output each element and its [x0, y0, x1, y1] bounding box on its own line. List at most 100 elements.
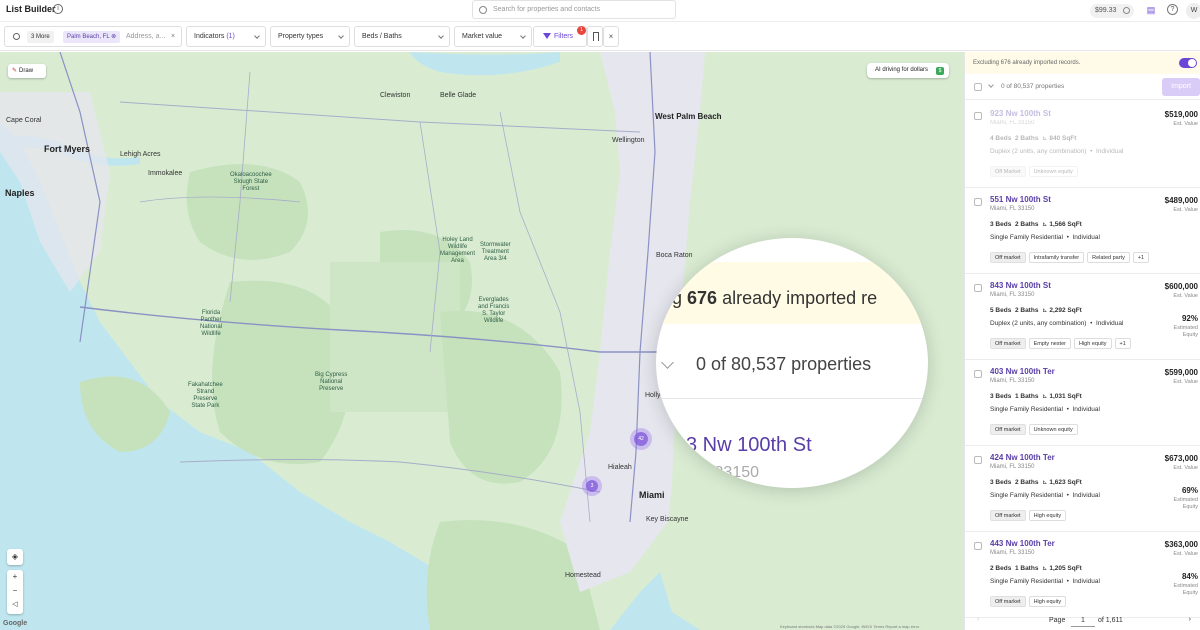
- map-label-west-palm: West Palm Beach: [655, 112, 722, 121]
- draw-button[interactable]: ✎ Draw: [8, 64, 46, 78]
- property-tag: Empty nester: [1028, 338, 1071, 349]
- sqft-icon: ⊾: [1042, 135, 1048, 142]
- property-checkbox[interactable]: [974, 284, 982, 292]
- beds-value: 5 Beds: [990, 307, 1012, 314]
- zoom-in-button[interactable]: +: [7, 570, 23, 584]
- market-value-dropdown[interactable]: Market value: [454, 26, 532, 47]
- exclude-imported-toggle[interactable]: [1179, 58, 1197, 68]
- property-checkbox[interactable]: [974, 542, 982, 550]
- map-label-cape-coral: Cape Coral: [6, 117, 42, 124]
- clear-filters-button[interactable]: ×: [603, 26, 619, 47]
- map-label-miami: Miami: [639, 490, 665, 500]
- property-checkbox[interactable]: [974, 112, 982, 120]
- property-checkbox[interactable]: [974, 370, 982, 378]
- map-cluster-marker[interactable]: 42: [634, 432, 648, 446]
- locate-icon[interactable]: ◁: [7, 598, 23, 612]
- clear-location-icon[interactable]: ×: [171, 27, 175, 46]
- funnel-icon: [543, 33, 551, 39]
- map-label-immokalee: Immokalee: [148, 170, 183, 177]
- property-city: Miami, FL 33150: [990, 292, 1035, 298]
- property-card[interactable]: 551 Nw 100th St Miami, FL 33150 3 Beds 2 B…: [965, 188, 1200, 274]
- est-value-label: Est. Value: [1173, 121, 1198, 127]
- prev-page-icon[interactable]: ‹: [977, 616, 979, 623]
- beds-value: 3 Beds: [990, 479, 1012, 486]
- map-attribution[interactable]: Keyboard shortcuts Map data ©2025 Google…: [780, 624, 919, 629]
- map-cluster-marker[interactable]: 3: [586, 480, 598, 492]
- property-card[interactable]: 443 Nw 100th Ter Miami, FL 33150 2 Beds 1 …: [965, 532, 1200, 618]
- property-specs: 3 Beds 1 Baths ⊾ 1,031 SqFt: [990, 392, 1082, 400]
- property-tag: Related party: [1087, 252, 1130, 263]
- property-card[interactable]: 923 Nw 100th St Miami, FL 33150 4 Beds 2 B…: [965, 102, 1200, 188]
- notifications-icon[interactable]: ▤: [1145, 4, 1157, 16]
- page-total: of 1,611: [1098, 617, 1123, 624]
- more-locations-chip[interactable]: 3 More: [27, 31, 54, 43]
- page-label: Page: [1049, 617, 1066, 624]
- property-specs: 3 Beds 2 Baths ⊾ 1,566 SqFt: [990, 220, 1082, 228]
- import-button[interactable]: Import: [1162, 78, 1200, 96]
- layers-icon[interactable]: ◈: [7, 549, 23, 565]
- property-city: Miami, FL 33150: [990, 464, 1035, 470]
- indicators-dropdown[interactable]: Indicators (1): [186, 26, 266, 47]
- location-filter[interactable]: 3 More Palm Beach, FL ⊗ Address, a... ×: [4, 26, 182, 47]
- property-checkbox[interactable]: [974, 456, 982, 464]
- beds-value: 3 Beds: [990, 221, 1012, 228]
- top-bar: List Builder i Search for properties and…: [0, 0, 1200, 22]
- property-tag: Off market: [990, 252, 1026, 263]
- bookmark-icon: [593, 32, 599, 41]
- beds-baths-dropdown[interactable]: Beds / Baths: [354, 26, 450, 47]
- property-types-dropdown[interactable]: Property types: [270, 26, 350, 47]
- property-address[interactable]: 551 Nw 100th St: [990, 195, 1051, 204]
- map-label-lehigh: Lehigh Acres: [120, 151, 161, 158]
- property-type-label: Single Family Residential: [990, 578, 1063, 585]
- select-all-checkbox[interactable]: [974, 83, 982, 91]
- property-address[interactable]: 923 Nw 100th St: [990, 109, 1051, 118]
- property-address[interactable]: 443 Nw 100th Ter: [990, 539, 1055, 548]
- property-address[interactable]: 424 Nw 100th Ter: [990, 453, 1055, 462]
- property-card[interactable]: 403 Nw 100th Ter Miami, FL 33150 3 Beds 1 …: [965, 360, 1200, 446]
- owner-type: Individual: [1072, 406, 1100, 413]
- global-search-input[interactable]: Search for properties and contacts: [472, 0, 676, 19]
- property-card[interactable]: 424 Nw 100th Ter Miami, FL 33150 3 Beds 2 …: [965, 446, 1200, 532]
- page-input[interactable]: 1: [1071, 615, 1095, 627]
- owner-type: Individual: [1095, 320, 1124, 327]
- est-value: $600,000: [1164, 282, 1198, 291]
- property-type: Single Family Residential • Individual: [990, 578, 1100, 585]
- est-value: $363,000: [1164, 540, 1198, 549]
- indicators-label: Indicators: [194, 33, 225, 40]
- property-city: Miami, FL 33150: [990, 378, 1035, 384]
- property-tag: Off market: [990, 424, 1026, 435]
- filters-count-badge: 1: [577, 26, 586, 35]
- chevron-down-icon: [661, 356, 674, 369]
- property-tag: Off Market: [990, 166, 1026, 177]
- zoom-out-button[interactable]: −: [7, 584, 23, 598]
- property-type: Single Family Residential • Individual: [990, 406, 1100, 413]
- property-tag: Off market: [990, 596, 1026, 607]
- magnifier-rest: already imported re: [717, 288, 878, 308]
- location-input[interactable]: Address, a...: [126, 27, 165, 46]
- ai-driving-button[interactable]: AI driving for dollars $: [867, 63, 949, 78]
- property-specs: 3 Beds 2 Baths ⊾ 1,623 SqFt: [990, 478, 1082, 486]
- property-checkbox[interactable]: [974, 198, 982, 206]
- help-icon[interactable]: ?: [1167, 4, 1178, 15]
- sqft-icon: ⊾: [1042, 565, 1048, 572]
- property-card[interactable]: 843 Nw 100th St Miami, FL 33150 5 Beds 2 B…: [965, 274, 1200, 360]
- location-chip[interactable]: Palm Beach, FL ⊗: [63, 31, 121, 43]
- ai-driving-label: AI driving for dollars: [875, 67, 929, 73]
- property-types-label: Property types: [278, 33, 324, 40]
- property-address[interactable]: 843 Nw 100th St: [990, 281, 1051, 290]
- map-label-boca: Boca Raton: [656, 252, 693, 259]
- est-value: $599,000: [1164, 368, 1198, 377]
- list-header: 0 of 80,537 properties Import: [965, 74, 1200, 100]
- info-icon[interactable]: i: [53, 4, 63, 14]
- global-search-placeholder: Search for properties and contacts: [493, 6, 601, 13]
- magnifier-prefix: g: [672, 288, 688, 308]
- save-search-button[interactable]: [587, 26, 603, 47]
- chevron-down-icon[interactable]: [988, 82, 994, 88]
- avatar[interactable]: W: [1186, 3, 1200, 19]
- property-tags: Off market Unknown equity: [990, 418, 1081, 435]
- map-label-okaloacoochee: Okaloacoochee Slough State Forest: [230, 172, 272, 192]
- property-address[interactable]: 403 Nw 100th Ter: [990, 367, 1055, 376]
- next-page-icon[interactable]: ›: [1189, 616, 1191, 623]
- baths-value: 2 Baths: [1014, 135, 1039, 142]
- credits-balance[interactable]: $99.33: [1090, 4, 1134, 18]
